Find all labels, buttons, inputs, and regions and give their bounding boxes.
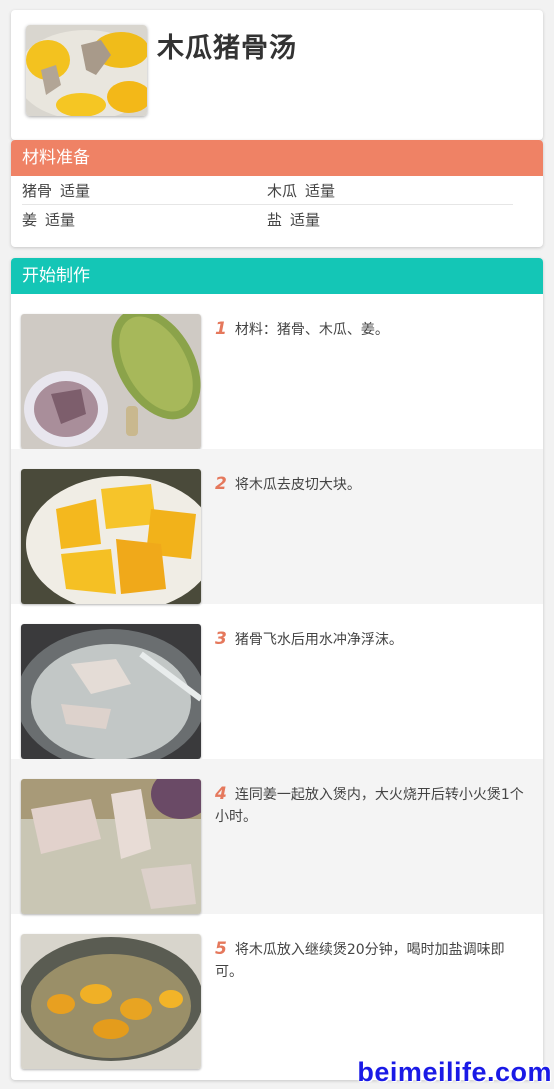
ingredients-header: 材料准备 (11, 140, 543, 176)
step-item: 2 将木瓜去皮切大块。 (11, 449, 543, 604)
ingredient-amount: 适量 (305, 181, 336, 200)
step-description: 将木瓜放入继续煲20分钟，喝时加盐调味即可。 (215, 942, 505, 980)
step-description: 猪骨飞水后用水冲净浮沫。 (234, 632, 403, 648)
step-number: 2 (215, 474, 227, 494)
ingredient-name: 盐 (267, 211, 283, 229)
steps-header: 开始制作 (11, 258, 543, 294)
step-photo[interactable] (21, 624, 201, 759)
step-description: 连同姜一起放入煲内，大火烧开后转小火煲1个小时。 (215, 787, 524, 825)
step-text: 1 材料：猪骨、木瓜、姜。 (215, 318, 525, 341)
step-text: 5 将木瓜放入继续煲20分钟，喝时加盐调味即可。 (215, 938, 525, 983)
recipe-header-card: 木瓜猪骨汤 (11, 10, 543, 140)
step-item: 5 将木瓜放入继续煲20分钟，喝时加盐调味即可。 (11, 914, 543, 1069)
ingredients-list: 猪骨 适量 木瓜 适量 姜适量 盐适量 (11, 176, 543, 234)
step-text: 3 猪骨飞水后用水冲净浮沫。 (215, 628, 525, 651)
step-item: 4 连同姜一起放入煲内，大火烧开后转小火煲1个小时。 (11, 759, 543, 914)
ingredient-item: 姜适量 (22, 209, 267, 230)
step-photo[interactable] (21, 779, 201, 914)
ingredient-name: 姜 (22, 211, 38, 229)
step-photo[interactable] (21, 469, 201, 604)
recipe-title: 木瓜猪骨汤 (157, 33, 297, 64)
ingredient-item: 木瓜 适量 (267, 180, 512, 201)
step-text: 2 将木瓜去皮切大块。 (215, 473, 525, 496)
step-photo[interactable] (21, 314, 201, 449)
step-number: 5 (215, 939, 227, 959)
steps-card: 开始制作 1 材料：猪骨、木瓜、姜。 2 将木瓜去皮切大块。 3 猪骨飞水后用水… (11, 258, 543, 1080)
step-number: 3 (215, 629, 227, 649)
ingredient-amount: 适量 (60, 181, 91, 200)
step-text: 4 连同姜一起放入煲内，大火烧开后转小火煲1个小时。 (215, 783, 525, 828)
step-item: 1 材料：猪骨、木瓜、姜。 (11, 294, 543, 449)
ingredient-item: 盐适量 (267, 209, 512, 230)
step-photo[interactable] (21, 934, 201, 1069)
site-watermark: beimeilife.com (357, 1057, 552, 1087)
step-number: 4 (215, 784, 227, 804)
step-description: 材料：猪骨、木瓜、姜。 (234, 322, 389, 338)
ingredient-row: 猪骨 适量 木瓜 适量 (22, 176, 513, 205)
step-item: 3 猪骨飞水后用水冲净浮沫。 (11, 604, 543, 759)
step-number: 1 (215, 319, 227, 339)
recipe-thumbnail[interactable] (26, 25, 147, 116)
ingredient-name: 木瓜 (267, 181, 298, 200)
ingredient-row: 姜适量 盐适量 (22, 205, 513, 234)
ingredient-item: 猪骨 适量 (22, 180, 267, 201)
step-description: 将木瓜去皮切大块。 (234, 477, 361, 493)
ingredient-name: 猪骨 (22, 181, 53, 200)
ingredient-amount: 适量 (290, 211, 321, 229)
ingredient-amount: 适量 (45, 211, 76, 229)
ingredients-card: 材料准备 猪骨 适量 木瓜 适量 姜适量 盐适量 (11, 140, 543, 247)
